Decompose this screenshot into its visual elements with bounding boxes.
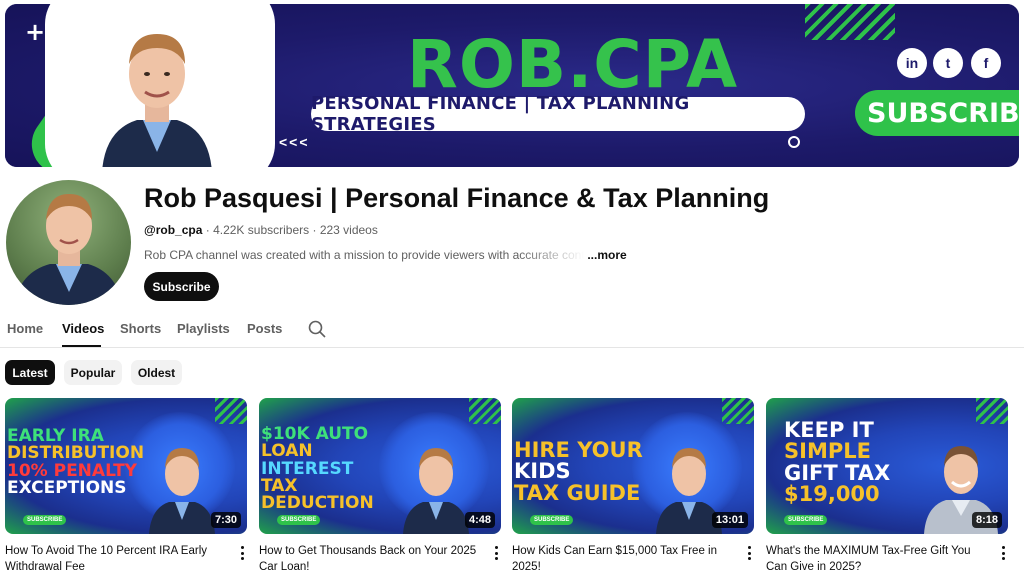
video-duration: 8:18 (971, 512, 1002, 528)
twitter-icon[interactable]: t (933, 48, 963, 78)
description-text: Rob CPA channel was created with a missi… (144, 248, 584, 262)
channel-banner: + ROB.CPA PERSONAL FINANCE | TAX PLANNIN… (5, 4, 1019, 167)
thumbnail-person (403, 448, 469, 534)
channel-description[interactable]: Rob CPA channel was created with a missi… (144, 248, 627, 262)
banner-dot (788, 136, 800, 148)
tab-shorts[interactable]: Shorts (120, 321, 161, 336)
video-thumbnail[interactable]: KEEP IT SIMPLE GIFT TAX $19,000 SUBSCRIB… (766, 398, 1008, 534)
video-title[interactable]: How To Avoid The 10 Percent IRA Early Wi… (5, 543, 225, 575)
banner-arrows-icon: <<< (279, 134, 310, 150)
thumbnail-stripes (215, 398, 247, 424)
tab-videos[interactable]: Videos (62, 321, 104, 336)
banner-title: ROB.CPA (407, 26, 739, 103)
thumbnail-text-line: EXCEPTIONS (7, 477, 127, 498)
more-options-icon[interactable] (237, 545, 247, 561)
thumbnail-subscribe-tag: SUBSCRIBE (530, 515, 574, 525)
video-thumbnail[interactable]: $10K AUTO LOAN INTEREST TAX DEDUCTION SU… (259, 398, 501, 534)
channel-handle: @rob_cpa (144, 223, 203, 237)
video-duration: 4:48 (464, 512, 495, 528)
thumbnail-text-line: KIDS (514, 459, 571, 484)
subscriber-count: 4.22K subscribers (213, 223, 310, 237)
thumbnail-text: EARLY IRA DISTRIBUTION 10% PENALTY EXCEP… (7, 427, 144, 498)
channel-name: Rob Pasquesi | Personal Finance & Tax Pl… (144, 183, 770, 213)
banner-tagline: PERSONAL FINANCE | TAX PLANNING STRATEGI… (311, 93, 805, 135)
thumbnail-stripes (722, 398, 754, 424)
video-duration: 13:01 (711, 512, 748, 528)
video-card[interactable]: $10K AUTO LOAN INTEREST TAX DEDUCTION SU… (259, 398, 501, 575)
subscribe-button[interactable]: Subscribe (144, 272, 219, 301)
thumbnail-subscribe-tag: SUBSCRIBE (784, 515, 828, 525)
banner-subscribe-graphic: SUBSCRIBE (855, 90, 1019, 136)
video-title[interactable]: How to Get Thousands Back on Your 2025 C… (259, 543, 479, 575)
banner-plus-icon: + (25, 18, 46, 46)
search-icon[interactable] (308, 320, 326, 338)
thumbnail-subscribe-tag: SUBSCRIBE (23, 515, 67, 525)
video-card[interactable]: KEEP IT SIMPLE GIFT TAX $19,000 SUBSCRIB… (766, 398, 1008, 575)
meta-separator: · (205, 223, 210, 237)
channel-meta: @rob_cpa · 4.22K subscribers · 223 video… (144, 223, 378, 237)
video-card[interactable]: HIRE YOUR KIDS TAX GUIDE SUBSCRIBE 13:01… (512, 398, 754, 575)
thumbnail-text: HIRE YOUR KIDS TAX GUIDE (514, 438, 643, 505)
chip-popular[interactable]: Popular (64, 360, 122, 385)
thumbnail-person (149, 448, 215, 534)
thumbnail-text-line: KEEP IT (784, 418, 874, 442)
video-card[interactable]: EARLY IRA DISTRIBUTION 10% PENALTY EXCEP… (5, 398, 247, 575)
thumbnail-text-line: HIRE YOUR (514, 438, 643, 462)
video-thumbnail[interactable]: EARLY IRA DISTRIBUTION 10% PENALTY EXCEP… (5, 398, 247, 534)
tab-posts[interactable]: Posts (247, 321, 282, 336)
video-title[interactable]: How Kids Can Earn $15,000 Tax Free in 20… (512, 543, 732, 575)
video-thumbnail[interactable]: HIRE YOUR KIDS TAX GUIDE SUBSCRIBE 13:01 (512, 398, 754, 534)
video-duration: 7:30 (210, 512, 241, 528)
video-title[interactable]: What's the MAXIMUM Tax-Free Gift You Can… (766, 543, 986, 575)
more-link[interactable]: ...more (587, 248, 626, 262)
more-options-icon[interactable] (491, 545, 501, 561)
avatar-image (14, 194, 123, 305)
active-tab-indicator (62, 345, 101, 347)
channel-tabs: Home Videos Shorts Playlists Posts (0, 312, 1024, 348)
thumbnail-subscribe-tag: SUBSCRIBE (277, 515, 321, 525)
banner-portrait-image (102, 34, 212, 167)
more-options-icon[interactable] (744, 545, 754, 561)
thumbnail-text: $10K AUTO LOAN INTEREST TAX DEDUCTION (261, 425, 374, 514)
video-count: 223 videos (319, 223, 378, 237)
tab-playlists[interactable]: Playlists (177, 321, 230, 336)
facebook-icon[interactable]: f (971, 48, 1001, 78)
thumbnail-text-line: SIMPLE (784, 439, 871, 464)
thumbnail-stripes (976, 398, 1008, 424)
thumbnail-text-line: DEDUCTION (261, 493, 374, 514)
linkedin-icon[interactable]: in (897, 48, 927, 78)
tab-home[interactable]: Home (7, 321, 43, 336)
more-options-icon[interactable] (998, 545, 1008, 561)
banner-stripes (805, 4, 895, 40)
thumbnail-text: KEEP IT SIMPLE GIFT TAX $19,000 (784, 418, 891, 507)
chip-oldest[interactable]: Oldest (131, 360, 182, 385)
thumbnail-text-line: TAX GUIDE (514, 480, 641, 505)
meta-separator: · (312, 223, 317, 237)
thumbnail-text-line: $19,000 (784, 482, 880, 507)
chip-latest[interactable]: Latest (5, 360, 55, 385)
thumbnail-text-line: GIFT TAX (784, 460, 891, 485)
channel-avatar[interactable] (6, 180, 131, 305)
thumbnail-stripes (469, 398, 501, 424)
